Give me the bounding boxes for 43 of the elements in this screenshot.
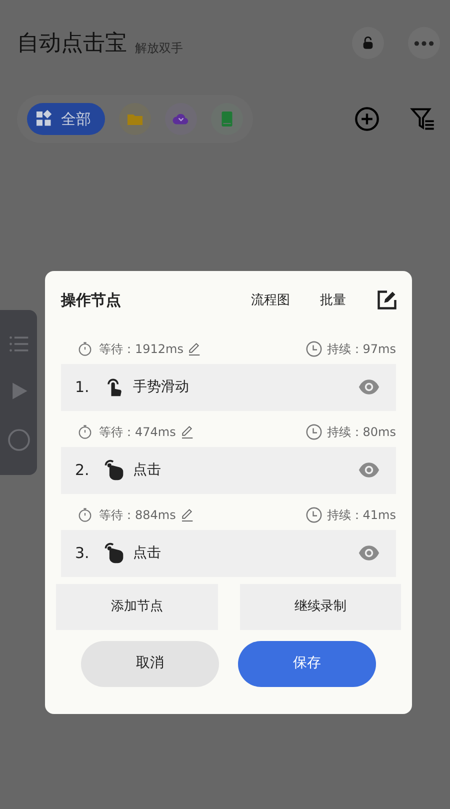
duration-time: 持续：97ms — [326, 340, 396, 358]
dialog-title: 操作节点 — [61, 290, 122, 311]
wait-time: 等待：884ms — [99, 506, 176, 524]
category-chip[interactable] — [165, 103, 197, 135]
lock-icon — [361, 36, 375, 50]
clock-icon — [304, 340, 323, 358]
clock-icon — [304, 422, 323, 440]
filter-icon[interactable] — [410, 106, 436, 132]
grid-icon — [35, 110, 53, 128]
secondary-button[interactable]: 继续录制 — [240, 584, 401, 630]
add-icon[interactable] — [354, 106, 380, 132]
node-name: 点击 — [133, 460, 162, 480]
secondary-button[interactable]: 添加节点 — [56, 584, 218, 630]
record-icon[interactable] — [6, 428, 30, 452]
node-row[interactable]: 2. 点击 — [61, 446, 396, 494]
timer-icon — [77, 340, 93, 356]
tap-hand-icon — [103, 459, 125, 481]
node-index: 3. — [75, 542, 90, 564]
node-row[interactable]: 3. 点击 — [61, 530, 396, 576]
timer-icon — [77, 506, 93, 522]
tap-hand-icon — [103, 542, 125, 564]
wait-time: 等待：1912ms — [99, 340, 184, 358]
dialog-action[interactable]: 批量 — [320, 290, 346, 310]
dialog-action[interactable]: 流程图 — [251, 290, 290, 310]
app-title: 自动点击宝 — [17, 30, 127, 58]
node-name: 手势滑动 — [133, 378, 190, 396]
timer-icon — [77, 424, 93, 440]
cancel-button[interactable]: 取消 — [81, 640, 219, 686]
app-subtitle: 解放双手 — [135, 40, 183, 56]
lock-button[interactable] — [352, 27, 384, 59]
more-icon — [414, 40, 434, 46]
category-chip[interactable]: 全部 — [27, 103, 105, 135]
node-row[interactable]: 1. 手势滑动 — [61, 364, 396, 410]
node-index: 2. — [75, 460, 90, 481]
node-name: 点击 — [133, 544, 162, 562]
more-button[interactable] — [408, 27, 440, 59]
wait-time: 等待：474ms — [99, 424, 176, 440]
duration-time: 持续：41ms — [326, 506, 396, 524]
duration-time: 持续：80ms — [326, 424, 396, 440]
node-index: 1. — [75, 376, 90, 398]
edit-icon[interactable] — [376, 289, 398, 312]
save-button[interactable]: 保存 — [238, 640, 376, 686]
clock-icon — [304, 506, 323, 524]
